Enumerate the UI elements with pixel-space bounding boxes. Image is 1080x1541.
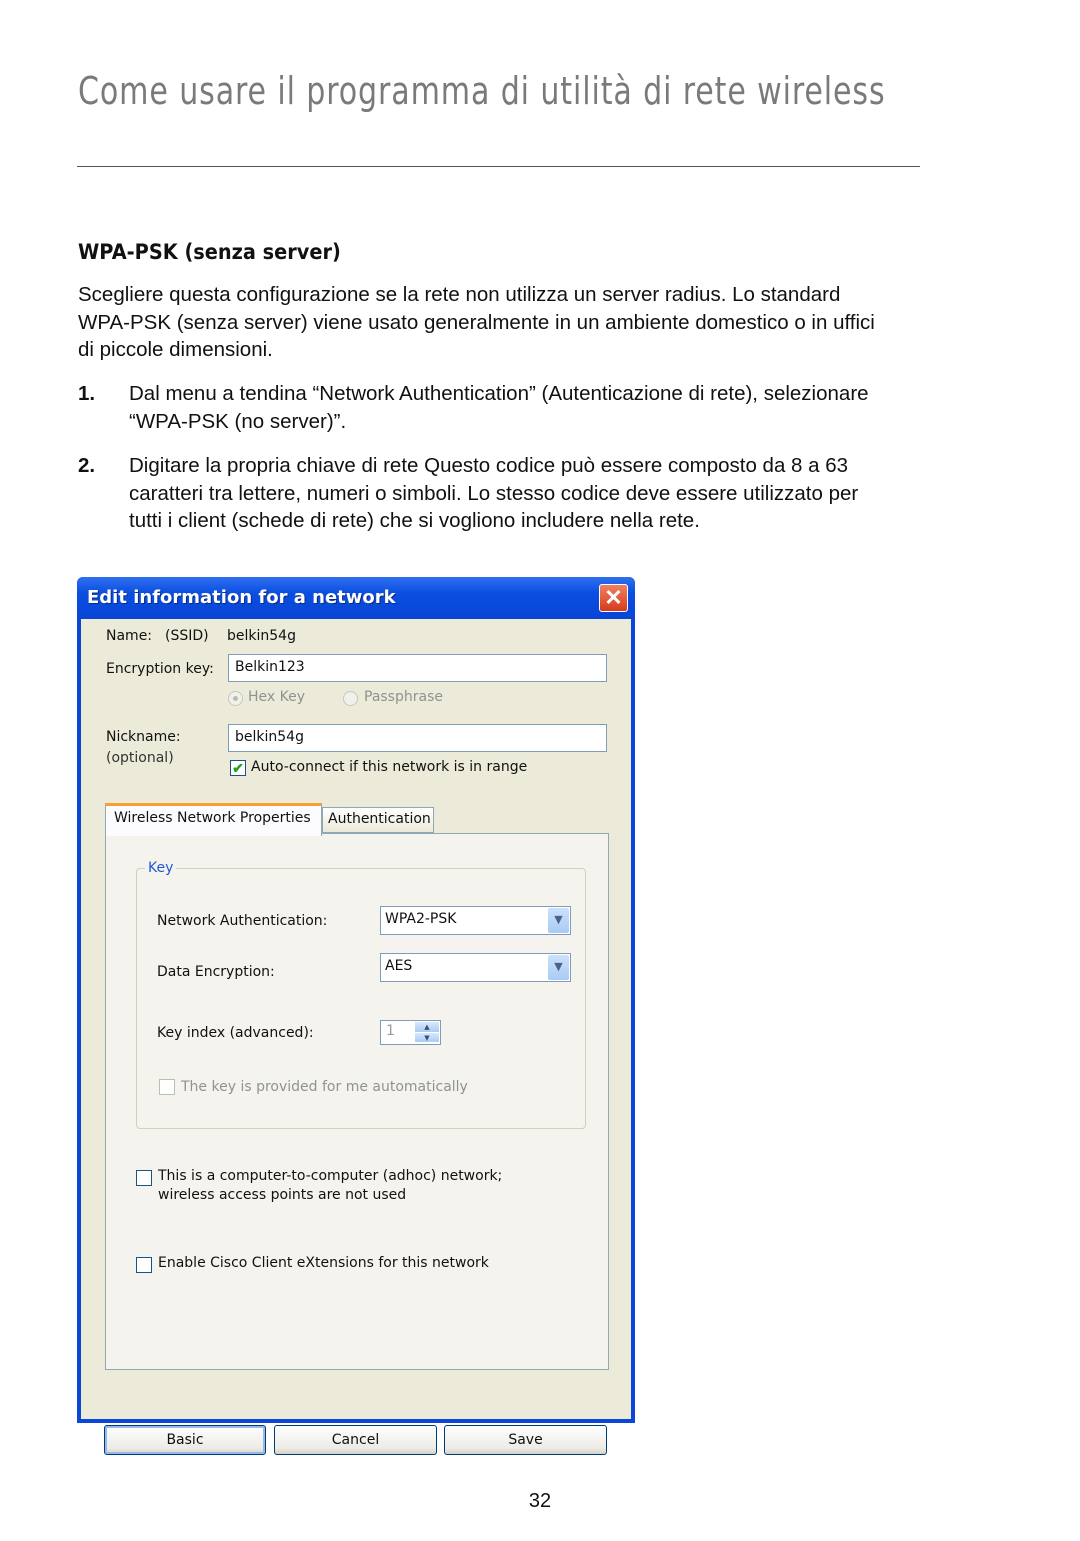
chevron-down-icon[interactable]: ▼ (548, 908, 569, 933)
step-text: Dal menu a tendina “Network Authenticati… (129, 382, 869, 433)
nickname-input[interactable]: belkin54g (228, 724, 607, 752)
title-divider (77, 166, 920, 167)
data-encryption-value: AES (385, 958, 413, 974)
network-auth-value: WPA2-PSK (385, 911, 457, 927)
adhoc-label-line1: This is a computer-to-computer (adhoc) n… (158, 1168, 503, 1184)
cancel-button[interactable]: Cancel (274, 1425, 437, 1455)
chevron-down-icon[interactable]: ▼ (548, 955, 569, 980)
key-index-spinner[interactable]: 1 ▲ ▼ (380, 1020, 441, 1045)
save-button[interactable]: Save (444, 1425, 607, 1455)
hex-key-radio[interactable] (228, 691, 243, 706)
tab-panel: Key Network Authentication: WPA2-PSK ▼ D… (105, 833, 609, 1370)
adhoc-checkbox[interactable] (136, 1170, 152, 1186)
encryption-key-label: Encryption key: (106, 661, 214, 677)
key-group-legend: Key (145, 860, 177, 876)
ssid-label: (SSID) (165, 628, 209, 644)
nickname-optional-label: (optional) (106, 750, 174, 766)
spin-up-icon[interactable]: ▲ (415, 1022, 439, 1033)
auto-connect-label: Auto-connect if this network is in range (251, 759, 528, 775)
page-title: Come usare il programma di utilità di re… (78, 69, 886, 113)
tab-wireless-network-properties[interactable]: Wireless Network Properties (105, 803, 322, 836)
passphrase-label: Passphrase (364, 689, 443, 705)
step-number: 2. (78, 454, 96, 477)
network-auth-select[interactable]: WPA2-PSK ▼ (380, 906, 571, 935)
auto-key-checkbox[interactable] (159, 1079, 175, 1095)
section-heading: WPA-PSK (senza server) (78, 240, 341, 264)
cisco-checkbox[interactable] (136, 1257, 152, 1273)
close-icon: ✕ (604, 585, 623, 610)
dialog-body: Name: (SSID) belkin54g Encryption key: B… (81, 619, 631, 1455)
ssid-value: belkin54g (227, 628, 296, 644)
key-index-label: Key index (advanced): (157, 1025, 314, 1041)
step-item: 2. Digitare la propria chiave di rete Qu… (78, 452, 878, 535)
data-encryption-label: Data Encryption: (157, 964, 275, 980)
close-button[interactable]: ✕ (599, 584, 628, 612)
encryption-key-input[interactable]: Belkin123 (228, 654, 607, 682)
dialog-title: Edit information for a network (87, 587, 396, 608)
step-item: 1. Dal menu a tendina “Network Authentic… (78, 380, 878, 435)
tab-authentication[interactable]: Authentication (322, 807, 434, 833)
spin-buttons: ▲ ▼ (415, 1022, 439, 1043)
step-number: 1. (78, 382, 96, 405)
steps-list: 1. Dal menu a tendina “Network Authentic… (78, 380, 878, 552)
data-encryption-select[interactable]: AES ▼ (380, 953, 571, 982)
name-label: Name: (106, 628, 153, 644)
key-groupbox: Key Network Authentication: WPA2-PSK ▼ D… (136, 860, 586, 1129)
nickname-label: Nickname: (106, 729, 181, 745)
check-icon: ✔ (232, 760, 244, 776)
step-text: Digitare la propria chiave di rete Quest… (129, 454, 859, 532)
edit-network-dialog: Edit information for a network ✕ Name: (… (77, 577, 635, 1455)
auto-key-label: The key is provided for me automatically (181, 1079, 468, 1095)
intro-paragraph: Scegliere questa configurazione se la re… (78, 283, 875, 361)
key-index-value: 1 (386, 1023, 395, 1039)
auto-connect-checkbox[interactable]: ✔ (230, 760, 246, 776)
network-auth-label: Network Authentication: (157, 913, 328, 929)
cisco-label: Enable Cisco Client eXtensions for this … (158, 1255, 489, 1271)
page-number: 32 (528, 1490, 552, 1512)
passphrase-radio[interactable] (343, 691, 358, 706)
spin-down-icon[interactable]: ▼ (415, 1032, 439, 1043)
basic-button[interactable]: Basic (104, 1425, 266, 1455)
hex-key-label: Hex Key (248, 689, 306, 705)
adhoc-label-line2: wireless access points are not used (158, 1187, 407, 1203)
dialog-titlebar[interactable]: Edit information for a network ✕ (77, 577, 635, 619)
